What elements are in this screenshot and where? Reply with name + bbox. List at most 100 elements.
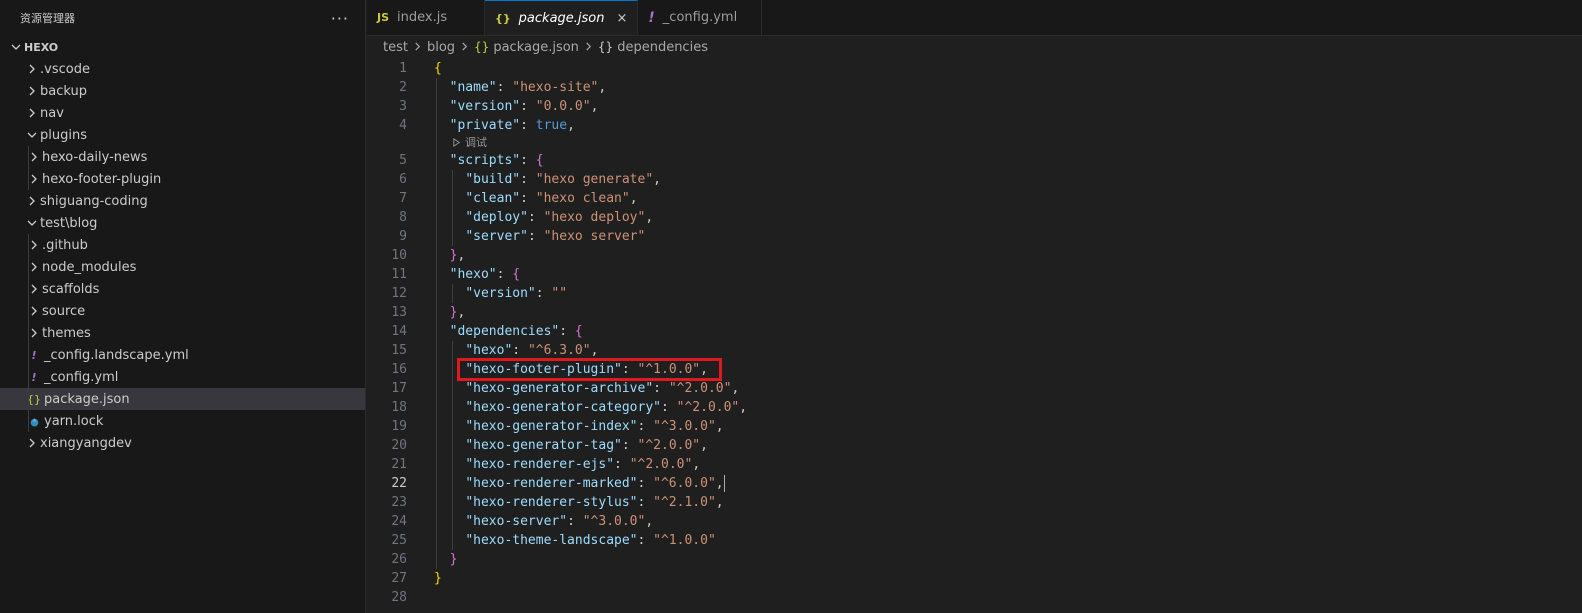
code-line: 16 "hexo-footer-plugin": "^1.0.0", <box>367 358 1582 381</box>
breadcrumb-item[interactable]: blog <box>427 40 455 55</box>
tab-package-json[interactable]: {} package.json × <box>485 0 639 35</box>
tree-item-label: _config.yml <box>44 369 119 385</box>
code-line: 13 }, <box>367 303 1582 322</box>
code-token: : <box>637 476 654 491</box>
line-number: 17 <box>391 381 407 396</box>
code-token: "hexo-generator-archive" <box>465 381 654 396</box>
code-line: 8 "deploy": "hexo deploy", <box>367 208 1582 227</box>
workspace-root-label: HEXO <box>24 40 59 54</box>
code-token: "^2.0.0" <box>629 457 693 472</box>
tab-bar: JS index.js {} package.json ×! _config.yml <box>367 0 1582 36</box>
tree-item-scaffolds[interactable]: scaffolds <box>0 278 365 300</box>
code-token: "build" <box>465 172 521 187</box>
code-token: "^3.0.0" <box>653 419 716 434</box>
code-token: , <box>645 210 654 225</box>
code-line: 11 "hexo": { <box>367 265 1582 284</box>
line-number: 3 <box>399 99 407 114</box>
code-token: : <box>559 324 575 339</box>
code-token: , <box>590 99 599 114</box>
line-number: 6 <box>399 172 407 187</box>
tree-item-nav[interactable]: nav <box>0 102 365 124</box>
tree-item-config-yml[interactable]: ! _config.yml <box>0 366 365 388</box>
code-token: "hexo-generator-index" <box>465 419 638 434</box>
line-number: 25 <box>391 533 407 548</box>
breadcrumb-item[interactable]: package.json <box>493 40 579 55</box>
tree-item-vscode[interactable]: .vscode <box>0 58 365 80</box>
line-number: 20 <box>391 438 407 453</box>
code-token: "hexo" <box>449 267 497 282</box>
tree-item-test-blog[interactable]: test\blog <box>0 212 365 234</box>
tree-item-label: shiguang-coding <box>40 193 148 209</box>
tree-item-hexo-footer-plugin[interactable]: hexo-footer-plugin <box>0 168 365 190</box>
breadcrumb: test blog{} package.json{} dependencies <box>367 36 1582 58</box>
tree-item-shiguang-coding[interactable]: shiguang-coding <box>0 190 365 212</box>
indent-guide <box>28 366 29 388</box>
breadcrumb-item[interactable]: test <box>383 40 408 55</box>
tree-item-hexo-daily-news[interactable]: hexo-daily-news <box>0 146 365 168</box>
line-number: 24 <box>391 514 407 529</box>
code-line: 1{ <box>367 59 1582 78</box>
code-token: , <box>457 248 466 263</box>
code-text: "version": "" <box>434 284 567 303</box>
tab-label: index.js <box>397 10 448 25</box>
tree-item-label: plugins <box>40 127 87 143</box>
code-token: , <box>731 381 740 396</box>
chevron-down-icon <box>24 218 40 228</box>
tree-item-source[interactable]: source <box>0 300 365 322</box>
json-file-icon: {} <box>474 40 490 54</box>
tree-item-github[interactable]: .github <box>0 234 365 256</box>
code-token: : <box>621 438 638 453</box>
code-token: : <box>520 153 536 168</box>
code-token: "version" <box>449 99 521 114</box>
code-text: "hexo-server": "^3.0.0", <box>434 512 653 531</box>
code-token: { <box>512 267 521 282</box>
line-number: 21 <box>391 457 407 472</box>
code-token: "deploy" <box>465 210 528 225</box>
indent-guide <box>28 410 29 432</box>
codelens-debug-link[interactable]: 调试 <box>452 135 487 151</box>
tab-index-js[interactable]: JS index.js <box>367 0 485 35</box>
tab-config-yml[interactable]: ! _config.yml <box>638 0 763 35</box>
code-line: 9 "server": "hexo server" <box>367 227 1582 246</box>
tree-item-backup[interactable]: backup <box>0 80 365 102</box>
code-token: "hexo deploy" <box>543 210 646 225</box>
tree-item-package-json[interactable]: {} package.json <box>0 388 365 410</box>
workspace-root[interactable]: HEXO <box>0 36 365 58</box>
code-token: , <box>715 419 724 434</box>
code-token: "0.0.0" <box>535 99 591 114</box>
code-token: "^2.1.0" <box>653 495 716 510</box>
more-actions-icon[interactable]: ··· <box>331 9 349 28</box>
code-text: } <box>434 569 442 588</box>
tree-item-label: nav <box>40 105 64 121</box>
tree-item-xiangyangdev[interactable]: xiangyangdev <box>0 432 365 454</box>
code-editor[interactable]: 1{2 "name": "hexo-site", 3 "version": "0.… <box>367 58 1582 607</box>
yaml-file-icon: ! <box>648 9 655 26</box>
code-token: , <box>590 343 599 358</box>
highlight-box <box>457 358 722 381</box>
tree-item-config-landscape-yml[interactable]: ! _config.landscape.yml <box>0 344 365 366</box>
tree-item-label: source <box>42 303 86 319</box>
tree-item-themes[interactable]: themes <box>0 322 365 344</box>
line-number: 12 <box>391 286 407 301</box>
code-line: 12 "version": "" <box>367 284 1582 303</box>
code-token: "scripts" <box>449 153 521 168</box>
code-token: "name" <box>449 80 497 95</box>
close-icon[interactable]: × <box>617 11 628 26</box>
tree-item-node-modules[interactable]: node_modules <box>0 256 365 278</box>
code-text: "hexo": { <box>434 265 520 284</box>
chevron-right-icon <box>24 86 40 96</box>
tree-item-plugins[interactable]: plugins <box>0 124 365 146</box>
code-text: "hexo-generator-tag": "^2.0.0", <box>434 436 708 455</box>
codelens-label: 调试 <box>465 136 487 149</box>
code-text: "version": "0.0.0", <box>434 97 599 116</box>
line-number: 19 <box>391 419 407 434</box>
tree-item-yarn-lock[interactable]: yarn.lock <box>0 410 365 432</box>
code-line: 22 "hexo-renderer-marked": "^6.0.0", <box>367 474 1582 493</box>
indent-guide <box>28 234 29 256</box>
breadcrumb-item[interactable]: dependencies <box>617 40 708 55</box>
